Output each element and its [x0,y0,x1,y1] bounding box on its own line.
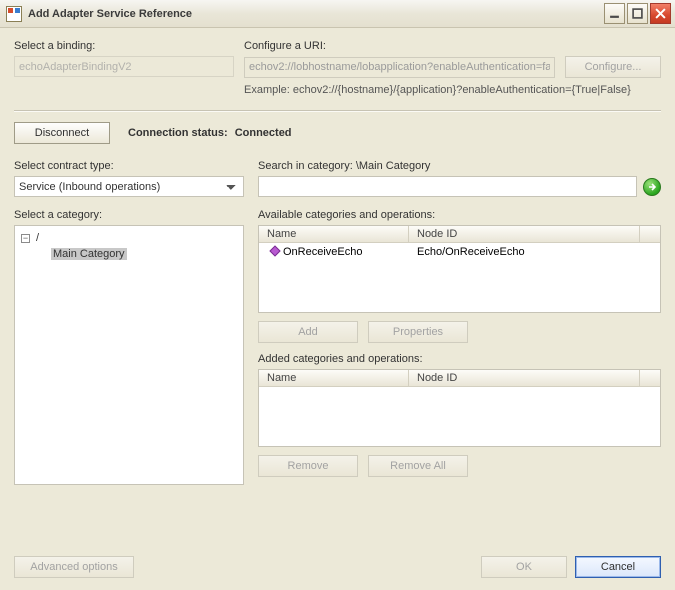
added-list[interactable]: Name Node ID [258,369,661,447]
operation-icon [267,246,279,258]
uri-input [244,57,555,78]
connection-status: Connection status: Connected [128,127,292,139]
search-label: Search in category: \Main Category [258,160,661,172]
available-label: Available categories and operations: [258,209,661,221]
dialog-body: Select a binding: echoAdapterBindingV2 C… [2,30,673,588]
configure-button: Configure... [565,56,661,78]
ok-button: OK [481,556,567,578]
remove-button: Remove [258,455,358,477]
uri-example: Example: echov2://{hostname}/{applicatio… [244,84,661,96]
title-bar: Add Adapter Service Reference [0,0,675,28]
divider [14,110,661,112]
available-list[interactable]: Name Node ID OnReceiveEcho Echo/OnReceiv… [258,225,661,313]
maximize-button[interactable] [627,3,648,24]
tree-root-node[interactable]: / [34,232,41,244]
close-button[interactable] [650,3,671,24]
list-item[interactable]: OnReceiveEcho Echo/OnReceiveEcho [259,243,660,261]
add-button: Add [258,321,358,343]
uri-label: Configure a URI: [244,40,661,52]
contract-select[interactable]: Service (Inbound operations) [14,176,244,197]
added-label: Added categories and operations: [258,353,661,365]
window-title: Add Adapter Service Reference [28,8,192,20]
col-node-id[interactable]: Node ID [409,226,640,242]
col-name[interactable]: Name [259,226,409,242]
available-header: Name Node ID [259,226,660,243]
tree-collapse-icon[interactable]: − [21,234,30,243]
minimize-button[interactable] [604,3,625,24]
cancel-button[interactable]: Cancel [575,556,661,578]
tree-node-main-category[interactable]: Main Category [51,248,127,260]
app-icon [6,6,22,22]
col-node-id[interactable]: Node ID [409,370,640,386]
search-go-icon[interactable] [643,178,661,196]
contract-label: Select contract type: [14,160,244,172]
search-input[interactable] [258,176,637,197]
category-label: Select a category: [14,209,244,221]
properties-button: Properties [368,321,468,343]
advanced-options-button: Advanced options [14,556,134,578]
col-name[interactable]: Name [259,370,409,386]
binding-label: Select a binding: [14,40,234,52]
added-header: Name Node ID [259,370,660,387]
remove-all-button: Remove All [368,455,468,477]
binding-select: echoAdapterBindingV2 [14,56,234,77]
disconnect-button[interactable]: Disconnect [14,122,110,144]
category-tree[interactable]: − / Main Category [14,225,244,485]
